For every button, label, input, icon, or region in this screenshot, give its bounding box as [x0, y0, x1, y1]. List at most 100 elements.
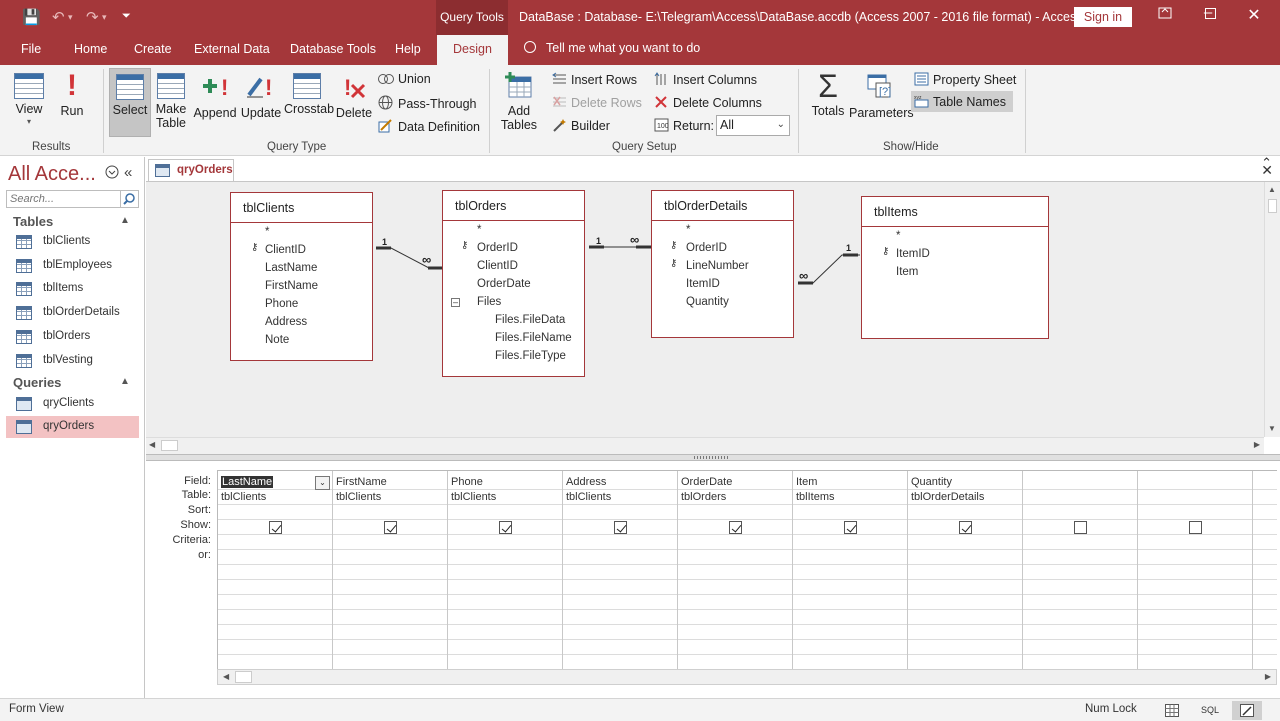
data-definition-button[interactable]: Data Definition: [378, 118, 480, 134]
field-item[interactable]: *: [896, 230, 900, 242]
tab-home[interactable]: Home: [74, 42, 107, 56]
qbe-column[interactable]: OrderDate tblOrders: [678, 471, 793, 670]
close-icon[interactable]: ✕: [1244, 5, 1264, 25]
field-list-title[interactable]: tblOrderDetails: [652, 191, 793, 221]
qbe-table-cell[interactable]: tblClients: [336, 491, 381, 503]
show-checkbox[interactable]: [959, 521, 972, 534]
tab-file[interactable]: File: [21, 42, 41, 56]
update-button[interactable]: ! Update: [240, 69, 282, 120]
qbe-table-cell[interactable]: tblClients: [566, 491, 611, 503]
append-button[interactable]: ! Append: [193, 69, 237, 120]
qbe-field-cell[interactable]: FirstName: [336, 476, 387, 488]
scroll-thumb[interactable]: [1268, 199, 1277, 213]
field-item[interactable]: Files.FileType: [495, 350, 566, 362]
tab-database-tools[interactable]: Database Tools: [290, 42, 376, 56]
grid-horizontal-scrollbar[interactable]: ◀ ▶: [217, 669, 1277, 685]
select-query-button[interactable]: Select: [109, 68, 151, 137]
scroll-up-icon[interactable]: ▲: [1268, 185, 1276, 194]
run-button[interactable]: ! Run: [56, 69, 88, 119]
show-checkbox[interactable]: [1189, 521, 1202, 534]
design-view-button[interactable]: [1232, 701, 1262, 720]
field-list-tblclients[interactable]: tblClients * ⚷ ClientID LastName FirstNa…: [230, 192, 373, 361]
nav-item-tblclients[interactable]: tblClients: [6, 231, 139, 253]
field-item[interactable]: Phone: [265, 298, 298, 310]
qbe-column[interactable]: Address tblClients: [563, 471, 678, 670]
field-item[interactable]: *: [686, 224, 690, 236]
field-item[interactable]: ClientID: [477, 260, 518, 272]
parameters-button[interactable]: [?] Parameters: [849, 69, 914, 120]
add-tables-button[interactable]: Add Tables: [498, 69, 540, 132]
field-item[interactable]: ClientID: [265, 244, 306, 256]
search-icon[interactable]: [120, 191, 138, 207]
qbe-field-cell[interactable]: OrderDate: [681, 476, 732, 488]
field-item[interactable]: FirstName: [265, 280, 318, 292]
field-item[interactable]: LineNumber: [686, 260, 749, 272]
qbe-field-cell[interactable]: Phone: [451, 476, 483, 488]
qbe-column[interactable]: Quantity tblOrderDetails: [908, 471, 1023, 670]
pane-splitter[interactable]: [146, 454, 1280, 461]
scroll-down-icon[interactable]: ▼: [1268, 424, 1276, 433]
field-item[interactable]: ItemID: [686, 278, 720, 290]
delete-rows-button[interactable]: Delete Rows: [552, 95, 642, 110]
qbe-field-cell[interactable]: Item: [796, 476, 817, 488]
diagram-horizontal-scrollbar[interactable]: ◀ ▶: [146, 437, 1264, 454]
nav-item-qryorders[interactable]: qryOrders: [6, 416, 139, 438]
field-item[interactable]: *: [477, 224, 481, 236]
doc-tab-qryorders[interactable]: qryOrders: [148, 159, 234, 181]
nav-item-tblorderdetails[interactable]: tblOrderDetails: [6, 302, 139, 324]
customize-toolbar-icon[interactable]: ⏷: [122, 10, 131, 23]
scroll-left-icon[interactable]: ◀: [149, 440, 155, 449]
field-list-title[interactable]: tblOrders: [443, 191, 584, 221]
field-item[interactable]: LastName: [265, 262, 317, 274]
qbe-column[interactable]: LastName ⌄ tblClients: [218, 471, 333, 670]
save-icon[interactable]: 💾: [22, 8, 41, 26]
qbe-table-cell[interactable]: tblOrders: [681, 491, 726, 503]
show-checkbox[interactable]: [614, 521, 627, 534]
property-sheet-button[interactable]: Property Sheet: [914, 72, 1016, 87]
field-list-title[interactable]: tblItems: [862, 197, 1048, 227]
field-item[interactable]: OrderDate: [477, 278, 531, 290]
nav-item-tblitems[interactable]: tblItems: [6, 278, 139, 300]
scroll-thumb[interactable]: [161, 440, 178, 451]
qbe-table-cell[interactable]: tblClients: [221, 491, 266, 503]
undo-icon[interactable]: ↶: [52, 8, 65, 26]
chevron-down-icon[interactable]: ⌄: [315, 476, 330, 490]
field-item[interactable]: *: [265, 226, 269, 238]
restore-icon[interactable]: [1200, 6, 1220, 24]
show-checkbox[interactable]: [269, 521, 282, 534]
qbe-field-cell[interactable]: Address: [566, 476, 606, 488]
qbe-table-cell[interactable]: tblOrderDetails: [911, 491, 984, 503]
shutter-bar-close-icon[interactable]: «: [124, 164, 132, 181]
field-item[interactable]: OrderID: [477, 242, 518, 254]
show-checkbox[interactable]: [1074, 521, 1087, 534]
delete-query-button[interactable]: ! Delete: [335, 69, 373, 120]
qbe-column[interactable]: FirstName tblClients: [333, 471, 448, 670]
field-list-tblitems[interactable]: tblItems * ⚷ ItemID Item: [861, 196, 1049, 339]
field-item[interactable]: Files.FileName: [495, 332, 572, 344]
builder-button[interactable]: Builder: [552, 118, 610, 133]
tab-design[interactable]: Design: [437, 35, 508, 65]
make-table-button[interactable]: Make Table: [154, 69, 188, 130]
qbe-field-cell[interactable]: LastName: [221, 476, 274, 488]
qbe-table-cell[interactable]: tblClients: [451, 491, 496, 503]
pass-through-button[interactable]: Pass-Through: [378, 95, 477, 111]
sign-in-button[interactable]: Sign in: [1074, 7, 1132, 27]
totals-button[interactable]: Σ Totals: [810, 69, 846, 118]
crosstab-button[interactable]: Crosstab: [284, 69, 334, 116]
qbe-column[interactable]: Phone tblClients: [448, 471, 563, 670]
delete-columns-button[interactable]: Delete Columns: [654, 95, 762, 110]
nav-item-tblorders[interactable]: tblOrders: [6, 326, 139, 348]
field-item[interactable]: Quantity: [686, 296, 729, 308]
nav-item-tblvesting[interactable]: tblVesting: [6, 350, 139, 372]
tell-me-box[interactable]: Tell me what you want to do: [524, 41, 700, 55]
ribbon-display-options-icon[interactable]: [1155, 6, 1175, 24]
field-item[interactable]: ItemID: [896, 248, 930, 260]
qbe-column[interactable]: [1023, 471, 1138, 670]
union-button[interactable]: Union: [378, 72, 431, 87]
show-checkbox[interactable]: [499, 521, 512, 534]
qbe-field-cell[interactable]: Quantity: [911, 476, 952, 488]
field-item[interactable]: Files: [477, 296, 501, 308]
field-list-tblorders[interactable]: tblOrders * ⚷ OrderID ClientID OrderDate…: [442, 190, 585, 377]
show-checkbox[interactable]: [844, 521, 857, 534]
nav-group-queries[interactable]: Queries ▲: [13, 375, 130, 390]
